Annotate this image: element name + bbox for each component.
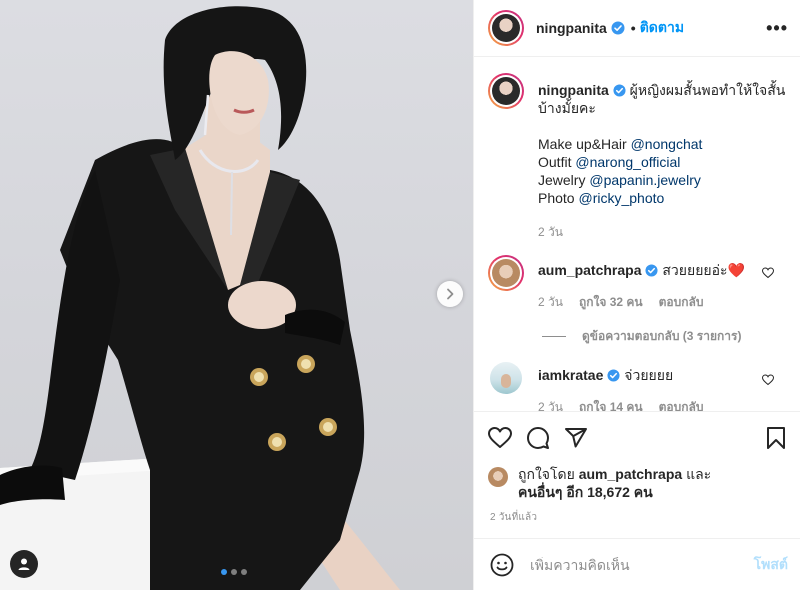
commenter-avatar[interactable] (490, 362, 522, 394)
verified-icon (613, 84, 626, 97)
comment-item: iamkratae จ่วยยยย 2 วัน ถูกใจ 14 คน ตอบก… (488, 362, 786, 411)
add-comment-bar: โพสต์ (474, 538, 800, 590)
heart-icon[interactable] (488, 426, 512, 450)
liker-username[interactable]: aum_patchrapa (579, 466, 682, 482)
bookmark-icon[interactable] (764, 426, 788, 450)
credit-mention-link[interactable]: @nongchat (631, 136, 703, 152)
author-avatar[interactable] (488, 73, 524, 109)
likes-others-count[interactable]: คนอื่นๆ อีก 18,672 คน (518, 484, 653, 500)
comment-text: จ่วยยยย (624, 367, 674, 383)
like-comment-heart-icon[interactable] (762, 374, 774, 386)
credit-line: Make up&Hair @nongchat (538, 135, 786, 153)
follow-button[interactable]: ติดตาม (640, 17, 684, 39)
credit-label: Outfit (538, 154, 572, 170)
comment-age: 2 วัน (538, 295, 563, 309)
separator-dot: • (630, 20, 636, 36)
post-photo[interactable] (0, 0, 473, 590)
comment-text: สวยยยยอ่ะ❤️ (662, 262, 745, 278)
like-comment-heart-icon[interactable] (762, 267, 774, 279)
view-replies-label[interactable]: ดูข้อความตอบกลับ (3 รายการ) (582, 327, 741, 346)
post-header: ningpanita • ติดตาม ••• (474, 0, 800, 57)
post-comment-button[interactable]: โพสต์ (754, 554, 788, 576)
caption-meta: 2 วัน (538, 223, 786, 241)
comments-section: ningpanita ผู้หญิงผมสั้นพอทำให้ใจสั้น บ้… (474, 57, 800, 411)
credit-line: Outfit @narong_official (538, 153, 786, 171)
view-replies-button[interactable]: ดูข้อความตอบกลับ (3 รายการ) (542, 327, 786, 346)
caption-text-line1: ผู้หญิงผมสั้นพอทำให้ใจสั้น (629, 82, 786, 98)
chevron-right-icon (447, 288, 454, 300)
commenter-avatar[interactable] (488, 255, 524, 291)
credit-mention-link[interactable]: @narong_official (575, 154, 680, 170)
carousel-dot-active (221, 569, 227, 575)
verified-icon (611, 21, 625, 35)
credit-line: Photo @ricky_photo (538, 189, 786, 207)
share-icon[interactable] (564, 426, 588, 450)
likes-and: และ (686, 466, 712, 482)
comment-meta: 2 วัน ถูกใจ 32 คน ตอบกลับ (538, 293, 786, 311)
credit-mention-link[interactable]: @papanin.jewelry (589, 172, 701, 188)
verified-icon (645, 264, 659, 277)
author-username[interactable]: ningpanita (536, 20, 607, 36)
action-bar (474, 411, 800, 463)
emoji-icon[interactable] (490, 553, 514, 577)
more-options-icon[interactable]: ••• (766, 19, 788, 37)
likes-prefix: ถูกใจโดย (518, 466, 575, 482)
comment-meta: 2 วัน ถูกใจ 14 คน ตอบกลับ (538, 398, 786, 411)
caption-age: 2 วัน (538, 225, 563, 239)
credit-label: Photo (538, 190, 575, 206)
verified-icon (607, 369, 620, 382)
reply-button[interactable]: ตอบกลับ (659, 398, 704, 411)
caption-username[interactable]: ningpanita (538, 82, 609, 98)
credit-line: Jewelry @papanin.jewelry (538, 171, 786, 189)
credit-label: Jewelry (538, 172, 586, 188)
post-timestamp[interactable]: 2 วันที่แล้ว (490, 510, 537, 525)
post-side-panel: ningpanita • ติดตาม ••• ningpanita ผู้หญ… (473, 0, 800, 590)
comment-likes-count[interactable]: ถูกใจ 14 คน (579, 398, 643, 411)
photo-image (0, 6, 400, 590)
comment-username[interactable]: aum_patchrapa (538, 262, 641, 278)
credit-label: Make up&Hair (538, 136, 627, 152)
liker-avatar[interactable] (488, 467, 508, 487)
comment-age: 2 วัน (538, 400, 563, 411)
tagged-users-button[interactable] (10, 550, 38, 578)
user-tag-icon (18, 558, 30, 570)
caption: ningpanita ผู้หญิงผมสั้นพอทำให้ใจสั้น บ้… (488, 73, 786, 241)
next-photo-button[interactable] (437, 281, 463, 307)
carousel-dot (241, 569, 247, 575)
credit-mention-link[interactable]: @ricky_photo (578, 190, 664, 206)
carousel-dot (231, 569, 237, 575)
comment-username[interactable]: iamkratae (538, 367, 603, 383)
likes-summary: ถูกใจโดย aum_patchrapa และ คนอื่นๆ อีก 1… (488, 465, 711, 501)
reply-button[interactable]: ตอบกลับ (659, 293, 704, 311)
caption-text-line2: บ้างมั้ยคะ (538, 100, 596, 116)
carousel-indicator (221, 569, 247, 575)
comment-likes-count[interactable]: ถูกใจ 32 คน (579, 293, 643, 311)
comment-icon[interactable] (526, 426, 550, 450)
author-avatar[interactable] (488, 10, 524, 46)
comment-item: aum_patchrapa สวยยยยอ่ะ❤️ 2 วัน ถูกใจ 32… (488, 255, 786, 311)
comment-input[interactable] (530, 556, 754, 573)
replies-divider (542, 336, 566, 337)
